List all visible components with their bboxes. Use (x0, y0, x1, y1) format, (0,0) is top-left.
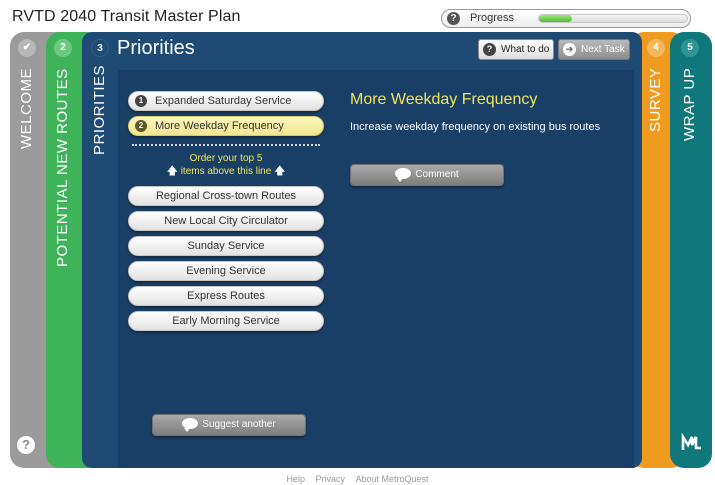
next-task-label: Next Task (581, 44, 625, 55)
check-icon: ✔ (18, 39, 36, 57)
priority-item[interactable]: New Local City Circulator (128, 211, 324, 231)
question-icon[interactable]: ? (17, 436, 35, 454)
comment-button[interactable]: Comment (350, 164, 504, 186)
progress-bar (538, 14, 688, 23)
progress-fill (539, 15, 572, 22)
step-survey-label: SURVEY (647, 68, 664, 133)
comment-label: Comment (415, 169, 459, 180)
speech-bubble-icon (395, 168, 412, 182)
rank-badge: 1 (135, 95, 147, 107)
step-wrapup-label: WRAP UP (681, 68, 698, 142)
help-icon[interactable]: ? (447, 12, 460, 25)
about-link[interactable]: About MetroQuest (356, 474, 429, 484)
step-priorities-label: PRIORITIES (91, 65, 108, 156)
step-routes-label: POTENTIAL NEW ROUTES (54, 68, 71, 267)
next-task-button[interactable]: ➜ Next Task (558, 39, 630, 60)
help-link[interactable]: Help (286, 474, 305, 484)
step-welcome-label: WELCOME (18, 68, 35, 150)
footer: Help Privacy About MetroQuest (0, 474, 715, 484)
priority-item[interactable]: Express Routes (128, 286, 324, 306)
suggest-another-button[interactable]: Suggest another (152, 414, 306, 436)
arrow-right-icon: ➜ (563, 43, 576, 56)
app-title: RVTD 2040 Transit Master Plan (12, 8, 241, 25)
step-priorities-number: 3 (91, 39, 109, 57)
priority-item[interactable]: Sunday Service (128, 236, 324, 256)
top-five-divider (132, 144, 320, 146)
question-icon: ? (483, 43, 496, 56)
order-hint-line1: Order your top 5 (189, 153, 263, 164)
priority-item[interactable]: Regional Cross-town Routes (128, 186, 324, 206)
step-survey-number: 4 (647, 39, 665, 57)
priority-item[interactable]: Early Morning Service (128, 311, 324, 331)
ranked-item-label: More Weekday Frequency (155, 120, 284, 132)
arrow-up-icon: 🡅 (166, 165, 178, 177)
progress-widget[interactable]: ? Progress (441, 9, 691, 28)
detail-title: More Weekday Frequency (350, 91, 538, 108)
priority-item[interactable]: Evening Service (128, 261, 324, 281)
ranked-item[interactable]: 1 Expanded Saturday Service (128, 91, 324, 111)
ranked-item-selected[interactable]: 2 More Weekday Frequency (128, 116, 324, 136)
suggest-label: Suggest another (202, 419, 276, 430)
step-routes-number: 2 (54, 39, 72, 57)
metroquest-logo-icon[interactable] (681, 433, 703, 453)
order-hint: Order your top 5 🡅 items above this line… (128, 152, 324, 178)
speech-bubble-icon (182, 418, 199, 432)
arrow-up-icon: 🡅 (274, 165, 286, 177)
detail-description: Increase weekday frequency on existing b… (350, 121, 601, 133)
priorities-panel: 3 Priorities PRIORITIES ? What to do ➜ N… (82, 32, 642, 468)
what-to-do-label: What to do (501, 44, 550, 55)
order-hint-line2: items above this line (180, 166, 272, 177)
ranked-item-label: Expanded Saturday Service (155, 95, 292, 107)
priorities-content: 1 Expanded Saturday Service 2 More Weekd… (118, 70, 634, 468)
step-wrapup-number: 5 (681, 39, 699, 57)
rank-badge: 2 (135, 120, 147, 132)
page-title: Priorities (117, 37, 195, 59)
progress-label: Progress (470, 12, 515, 24)
what-to-do-button[interactable]: ? What to do (478, 39, 554, 60)
privacy-link[interactable]: Privacy (315, 474, 345, 484)
step-wrapup-panel[interactable]: 5 WRAP UP (670, 32, 712, 468)
